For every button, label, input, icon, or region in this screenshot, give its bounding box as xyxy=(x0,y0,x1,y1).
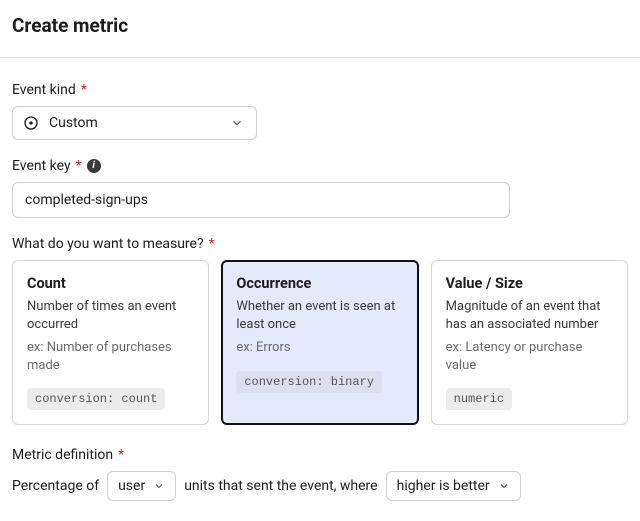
divider xyxy=(0,57,640,58)
card-desc: Magnitude of an event that has an associ… xyxy=(446,298,613,333)
chevron-down-icon xyxy=(153,480,165,492)
direction-select[interactable]: higher is better xyxy=(386,471,521,501)
event-kind-select[interactable]: Custom xyxy=(12,106,257,140)
card-desc: Whether an event is seen at least once xyxy=(236,298,403,333)
measure-card-occurrence[interactable]: Occurrence Whether an event is seen at l… xyxy=(221,260,418,425)
required-mark: * xyxy=(209,236,215,252)
label-text: What do you want to measure? xyxy=(12,236,204,252)
unit-value: user xyxy=(118,478,145,494)
field-event-kind: Event kind * Custom xyxy=(12,82,628,140)
chevron-down-icon xyxy=(498,480,510,492)
card-title: Count xyxy=(27,275,194,292)
measure-card-count[interactable]: Count Number of times an event occurred … xyxy=(12,260,209,425)
definition-prefix: Percentage of xyxy=(12,478,99,494)
card-example: ex: Errors xyxy=(236,339,403,357)
card-title: Value / Size xyxy=(446,275,613,292)
card-desc: Number of times an event occurred xyxy=(27,298,194,333)
card-tag: conversion: binary xyxy=(236,371,382,393)
measure-options: Count Number of times an event occurred … xyxy=(12,260,628,425)
metric-definition-sentence: Percentage of user units that sent the e… xyxy=(12,471,628,501)
page-title: Create metric xyxy=(12,14,628,37)
measure-card-value[interactable]: Value / Size Magnitude of an event that … xyxy=(431,260,628,425)
metric-definition-label: Metric definition * xyxy=(12,447,628,463)
required-mark: * xyxy=(118,447,124,463)
definition-middle: units that sent the event, where xyxy=(184,478,377,494)
event-key-label: Event key * i xyxy=(12,158,628,174)
chevron-down-icon xyxy=(230,116,244,130)
required-mark: * xyxy=(81,82,87,98)
measure-label: What do you want to measure? * xyxy=(12,236,628,252)
unit-select[interactable]: user xyxy=(107,471,176,501)
card-title: Occurrence xyxy=(236,275,403,292)
direction-value: higher is better xyxy=(397,478,490,494)
target-icon xyxy=(23,115,39,131)
field-measure: What do you want to measure? * Count Num… xyxy=(12,236,628,425)
info-icon[interactable]: i xyxy=(87,159,101,173)
event-kind-value: Custom xyxy=(49,115,98,131)
label-text: Event key xyxy=(12,158,71,174)
required-mark: * xyxy=(76,158,82,174)
event-key-input[interactable] xyxy=(12,182,510,218)
field-event-key: Event key * i xyxy=(12,158,628,218)
card-tag: numeric xyxy=(446,388,512,410)
card-example: ex: Latency or purchase value xyxy=(446,339,613,374)
label-text: Event kind xyxy=(12,82,76,98)
field-metric-definition: Metric definition * Percentage of user u… xyxy=(12,447,628,501)
card-tag: conversion: count xyxy=(27,388,165,410)
event-kind-label: Event kind * xyxy=(12,82,628,98)
card-example: ex: Number of purchases made xyxy=(27,339,194,374)
label-text: Metric definition xyxy=(12,447,113,463)
